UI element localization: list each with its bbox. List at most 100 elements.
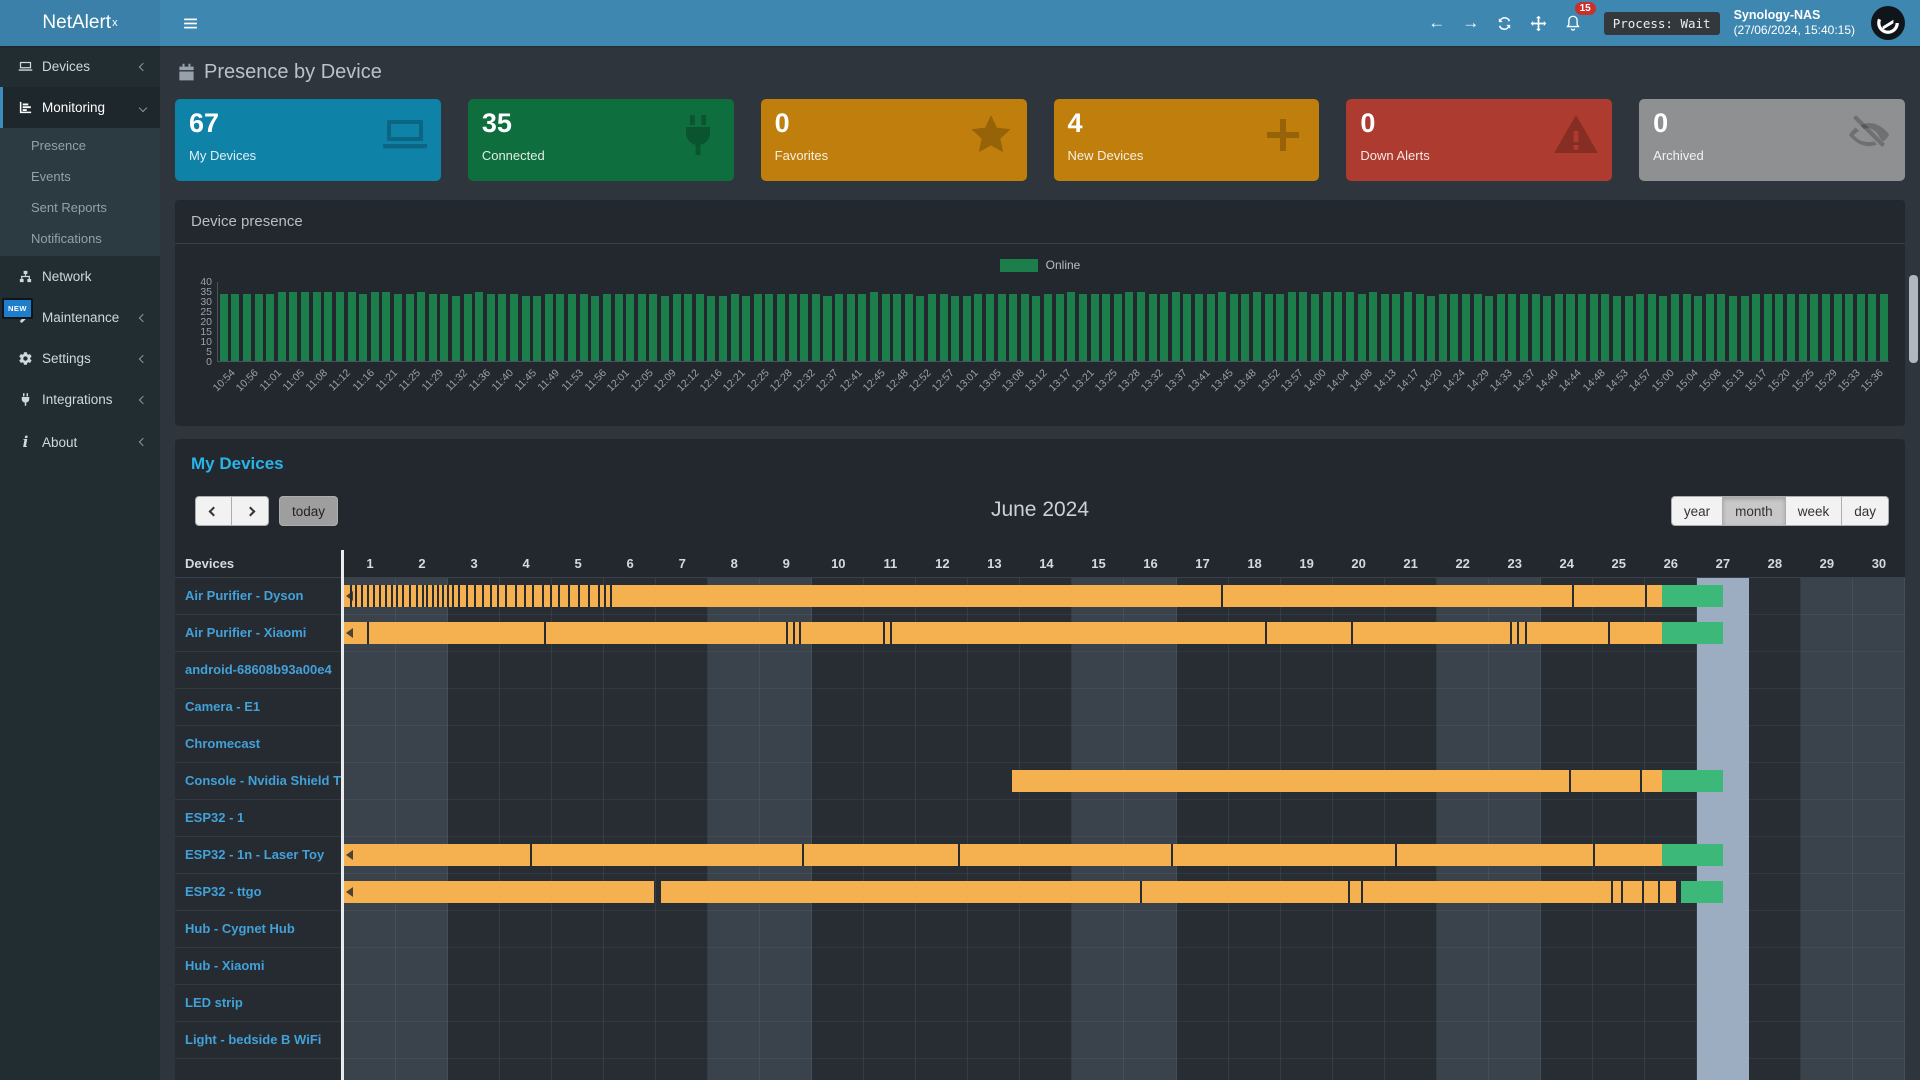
legend-swatch-online	[1000, 259, 1038, 272]
device-name-link[interactable]: Air Purifier - Xiaomi	[175, 615, 341, 652]
view-button-month[interactable]: month	[1723, 496, 1786, 526]
presence-bar	[1683, 294, 1691, 361]
x-axis-tick-label: 11:45	[513, 367, 540, 394]
sidebar-subitem-notifications[interactable]: Notifications	[0, 223, 160, 254]
view-button-week[interactable]: week	[1786, 496, 1843, 526]
notifications-button[interactable]: 15	[1558, 8, 1588, 38]
view-button-day[interactable]: day	[1842, 496, 1889, 526]
sidebar-item-settings[interactable]: Settings	[0, 338, 160, 379]
sidebar-item-label: About	[42, 435, 140, 450]
card-new-devices[interactable]: 4 New Devices	[1054, 99, 1320, 181]
calendar-toolbar: today June 2024 yearmonthweekday	[191, 496, 1889, 528]
sidebar-item-monitoring[interactable]: Monitoring	[0, 87, 160, 128]
refresh-button[interactable]	[1490, 8, 1520, 38]
presence-bar	[1520, 294, 1528, 361]
presence-bar	[1625, 296, 1633, 361]
offline-gap-tick	[442, 585, 444, 607]
card-archived[interactable]: 0 Archived	[1639, 99, 1905, 181]
fullscreen-move-button[interactable]	[1524, 8, 1554, 38]
device-name-link[interactable]: Light - bedside B WiFi	[175, 1022, 341, 1059]
sidebar-item-integrations[interactable]: Integrations	[0, 379, 160, 420]
presence-bar	[1416, 294, 1424, 361]
day-header-cell: 19	[1281, 556, 1333, 571]
offline-gap-tick	[610, 585, 612, 607]
page-scrollbar-thumb[interactable]	[1909, 275, 1918, 363]
bell-icon	[1564, 14, 1582, 32]
device-name-link[interactable]: Hub - Cygnet Hub	[175, 911, 341, 948]
presence-bar	[510, 294, 518, 361]
day-header-cell: 14	[1020, 556, 1072, 571]
gantt-rows	[344, 578, 1905, 1059]
sidebar-subitem-presence[interactable]: Presence	[0, 130, 160, 161]
sidebar-item-label: Monitoring	[42, 100, 140, 115]
presence-bar	[789, 294, 797, 361]
presence-segment-online-now[interactable]	[1662, 585, 1723, 607]
sidebar-subitem-sent-reports[interactable]: Sent Reports	[0, 192, 160, 223]
presence-bar	[754, 294, 762, 361]
card-connected[interactable]: 35 Connected	[468, 99, 734, 181]
presence-bar	[394, 294, 402, 361]
sidebar-subitem-events[interactable]: Events	[0, 161, 160, 192]
presence-segment-history[interactable]	[661, 881, 1676, 903]
device-name-link[interactable]: android-68608b93a00e4	[175, 652, 341, 689]
offline-gap-tick	[588, 585, 590, 607]
presence-bar	[1706, 294, 1714, 361]
presence-segment-online-now[interactable]	[1662, 770, 1723, 792]
presence-bar	[1834, 294, 1842, 361]
presence-segment-history[interactable]	[1012, 770, 1662, 792]
device-name-link[interactable]: Console - Nvidia Shield T	[175, 763, 341, 800]
presence-bar	[998, 294, 1006, 361]
presence-segment-history[interactable]	[344, 881, 654, 903]
presence-bar	[1358, 294, 1366, 361]
presence-bar	[324, 292, 332, 361]
presence-segment-history[interactable]	[344, 844, 1662, 866]
card-down-alerts[interactable]: 0 Down Alerts	[1346, 99, 1612, 181]
x-axis-tick-label: 13:37	[1162, 367, 1189, 394]
nav-back-button[interactable]: ←	[1422, 8, 1452, 38]
process-status-chip[interactable]: Process: Wait	[1604, 12, 1720, 35]
presence-bar	[870, 292, 878, 361]
presence-bar	[707, 296, 715, 361]
day-header-cell: 25	[1593, 556, 1645, 571]
sidebar-item-network[interactable]: Network	[0, 256, 160, 297]
view-button-year[interactable]: year	[1671, 496, 1723, 526]
x-axis-tick-label: 14:44	[1557, 367, 1584, 394]
presence-bar	[719, 296, 727, 361]
x-axis-tick-label: 11:32	[443, 367, 470, 394]
offline-gap-tick	[416, 585, 418, 607]
day-header-cell: 18	[1229, 556, 1281, 571]
presence-segment-online-now[interactable]	[1662, 844, 1723, 866]
x-axis-tick-label: 13:01	[953, 367, 980, 394]
device-name-link[interactable]: LED strip	[175, 985, 341, 1022]
presence-bar	[1555, 294, 1563, 361]
device-name-link[interactable]: Air Purifier - Dyson	[175, 578, 341, 615]
calendar-month-label: June 2024	[191, 498, 1889, 522]
presence-bar	[1044, 294, 1052, 361]
presence-segment-online-now[interactable]	[1662, 622, 1723, 644]
nav-forward-button[interactable]: →	[1456, 8, 1486, 38]
avatar[interactable]	[1871, 6, 1905, 40]
presence-segment-online-now[interactable]	[1681, 881, 1723, 903]
sidebar-item-devices[interactable]: Devices	[0, 46, 160, 87]
presence-bar	[603, 294, 611, 361]
x-axis-tick-label: 14:53	[1604, 367, 1631, 394]
sidebar-toggle-button[interactable]	[175, 8, 205, 38]
device-name-link[interactable]: ESP32 - 1	[175, 800, 341, 837]
card-favorites[interactable]: 0 Favorites	[761, 99, 1027, 181]
device-name-link[interactable]: Chromecast	[175, 726, 341, 763]
brand-logo[interactable]: NetAlertx	[0, 0, 160, 46]
presence-bar	[1195, 294, 1203, 361]
presence-segment-history[interactable]	[344, 622, 1662, 644]
device-name-link[interactable]: Camera - E1	[175, 689, 341, 726]
device-name-link[interactable]: ESP32 - ttgo	[175, 874, 341, 911]
presence-segment-history[interactable]	[344, 585, 1662, 607]
sidebar-item-about[interactable]: i About	[0, 420, 160, 464]
device-name-link[interactable]: Hub - Xiaomi	[175, 948, 341, 985]
device-name-link[interactable]: ESP32 - 1n - Laser Toy	[175, 837, 341, 874]
x-axis-tick-label: 13:05	[977, 367, 1004, 394]
offline-gap-tick	[458, 585, 460, 607]
day-header-cell: 21	[1385, 556, 1437, 571]
x-axis-tick-label: 14:08	[1348, 367, 1375, 394]
x-axis-tick-label: 15:20	[1766, 367, 1793, 394]
card-my-devices[interactable]: 67 My Devices	[175, 99, 441, 181]
